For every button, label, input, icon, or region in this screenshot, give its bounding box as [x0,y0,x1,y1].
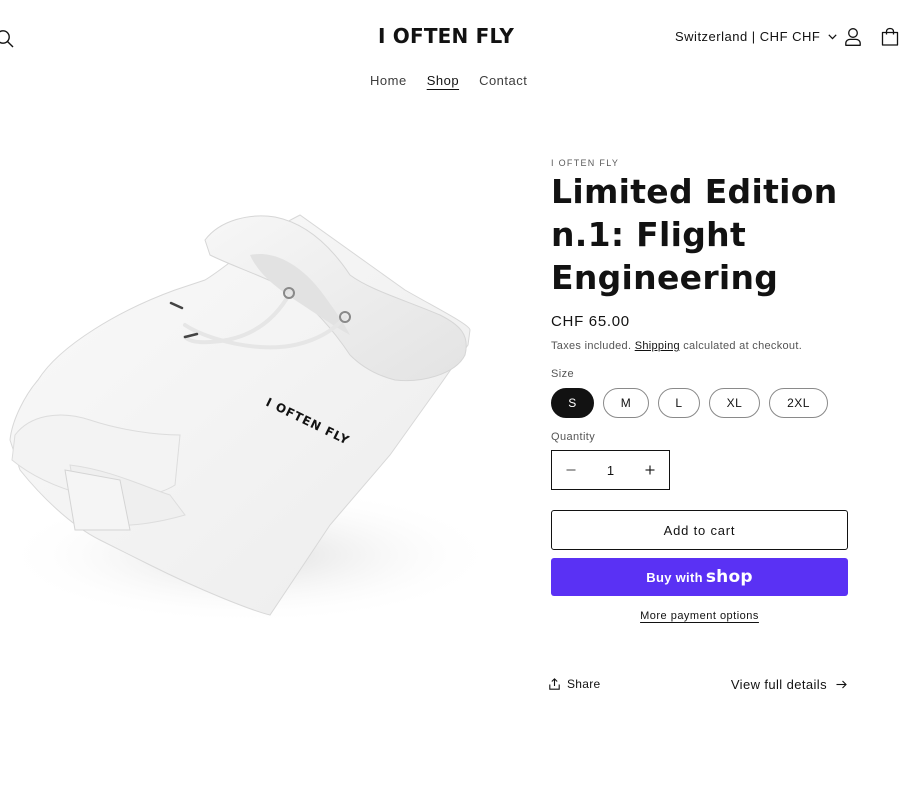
more-payment-options: More payment options [551,610,848,622]
quantity-input[interactable]: 1 [607,463,614,478]
nav-link-home[interactable]: Home [370,73,407,88]
buy-with-shop-button[interactable]: Buy with shop [551,558,848,596]
quantity-decrease-button[interactable] [565,463,577,477]
shipping-link[interactable]: Shipping [635,340,680,352]
size-option-m[interactable]: M [603,388,649,418]
size-option-2xl[interactable]: 2XL [769,388,828,418]
quantity-increase-button[interactable] [644,463,656,477]
quantity-label: Quantity [551,431,596,443]
tax-note-suffix: calculated at checkout. [679,340,803,352]
view-full-details-link[interactable]: View full details [731,677,847,692]
product-price: CHF 65.00 [551,313,630,330]
site-logo[interactable]: I OFTEN FLY [346,24,546,48]
quantity-stepper: 1 [551,450,670,490]
country-selector[interactable]: Switzerland | CHF CHF [675,29,837,44]
share-label: Share [567,677,601,691]
site-header: I OFTEN FLY Switzerland | CHF CHF Home S… [0,0,916,110]
search-button[interactable] [0,28,16,50]
add-to-cart-button[interactable]: Add to cart [551,510,848,550]
size-option-l[interactable]: L [658,388,700,418]
country-selector-label: Switzerland | CHF CHF [675,29,821,44]
tax-note-prefix: Taxes included. [551,340,635,352]
arrow-right-icon [836,680,847,689]
plus-icon [645,465,655,475]
size-option-s[interactable]: S [551,388,594,418]
search-icon [0,30,14,48]
share-button[interactable]: Share [549,677,601,691]
minus-icon [566,469,576,471]
buy-with-label: Buy with [646,569,703,585]
nav-link-contact[interactable]: Contact [479,73,527,88]
shop-logo: shop [705,567,753,587]
product-vendor: I OFTEN FLY [551,158,620,168]
share-icon [549,678,560,690]
nav-link-shop[interactable]: Shop [427,73,459,88]
view-full-details-label: View full details [730,677,827,692]
share-row: Share View full details [549,677,849,693]
size-label: Size [551,368,574,380]
account-button[interactable] [842,26,864,48]
product-title: Limited Edition n.1: Flight Engineering [551,172,838,297]
tax-note: Taxes included. Shipping calculated at c… [551,340,851,352]
size-option-xl[interactable]: XL [709,388,760,418]
more-payment-options-link[interactable]: More payment options [640,610,759,622]
product-info: I OFTEN FLY Limited Edition n.1: Flight … [551,158,851,622]
product-image[interactable]: I OFTEN FLY [0,195,520,635]
cart-button[interactable] [879,26,901,48]
chevron-down-icon [828,34,837,40]
hoodie-illustration: I OFTEN FLY [0,214,500,625]
size-options: S M L XL 2XL [551,388,851,418]
cart-icon [881,27,899,46]
user-icon [845,28,861,46]
